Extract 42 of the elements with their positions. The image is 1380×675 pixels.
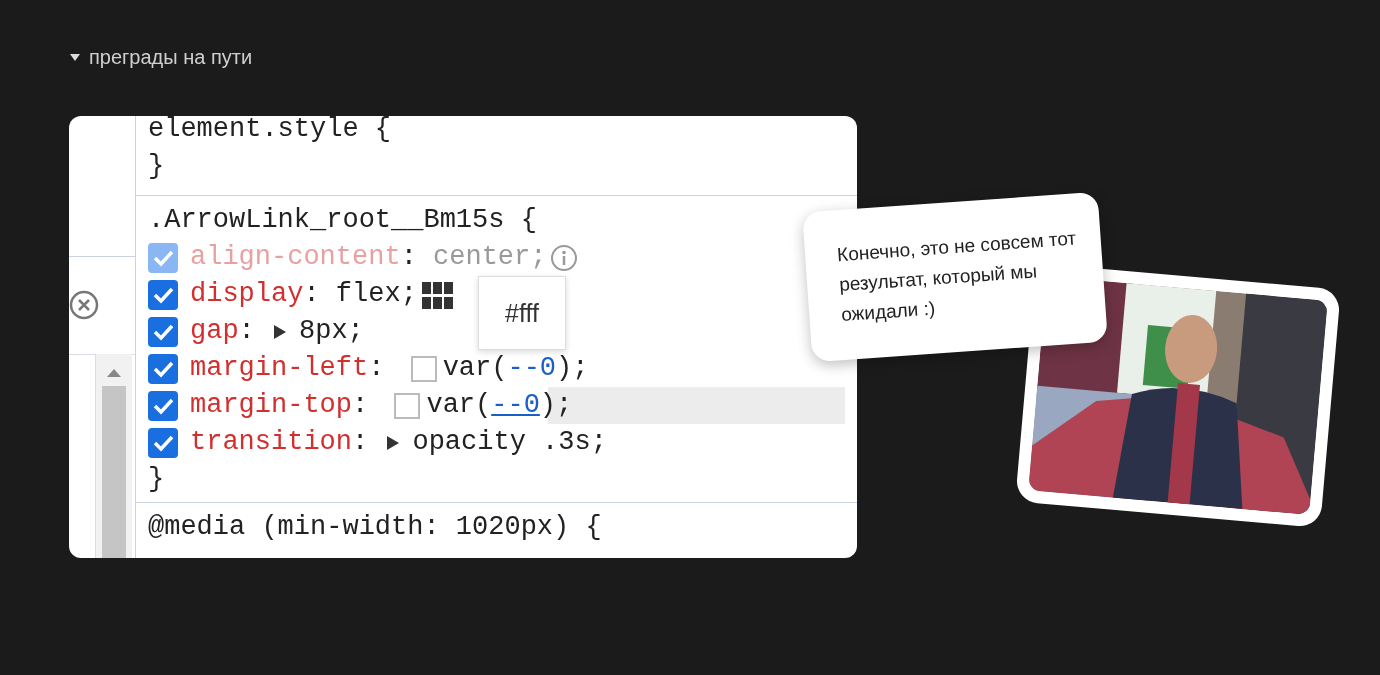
property-name: margin-left	[190, 352, 369, 385]
info-icon[interactable]	[550, 243, 579, 272]
property-value: flex;	[335, 278, 417, 311]
code-text: :	[238, 315, 256, 348]
code-text: :	[352, 389, 370, 422]
property-name: gap	[190, 315, 239, 348]
clear-icon[interactable]	[69, 289, 100, 321]
code-text: element.style {	[148, 116, 392, 146]
caret-icon[interactable]	[69, 51, 81, 63]
expand-triangle-icon[interactable]	[273, 323, 287, 340]
code-text: @media (min-width: 1020px) {	[148, 511, 602, 544]
checkbox[interactable]	[148, 390, 178, 421]
scroll-up-icon[interactable]	[106, 368, 122, 378]
checkbox[interactable]	[148, 353, 178, 384]
scrollbar[interactable]	[95, 354, 132, 558]
section-title[interactable]: преграды на пути	[89, 45, 253, 69]
checkbox[interactable]	[148, 242, 178, 273]
comment-text: Конечно, это не совсем тот результат, который мы ожидали :)	[802, 191, 1108, 363]
code-text: :	[303, 278, 321, 311]
color-tooltip: #fff	[478, 276, 566, 350]
expand-triangle-icon[interactable]	[386, 434, 401, 451]
property-value: 8px;	[299, 315, 364, 348]
checkbox[interactable]	[148, 427, 178, 458]
color-swatch[interactable]	[410, 355, 437, 382]
property-name: display	[190, 278, 304, 311]
property-name: transition	[190, 426, 353, 459]
property-name: align-content	[190, 241, 401, 274]
grid-editor-icon[interactable]	[420, 279, 455, 310]
property-value: center;	[433, 241, 547, 274]
code-text: :	[400, 241, 418, 274]
checkbox[interactable]	[148, 279, 178, 310]
property-name: margin-top	[190, 389, 353, 422]
code-text: :	[368, 352, 386, 385]
property-value: var(--0);	[442, 352, 589, 385]
code-text: }	[148, 150, 165, 183]
checkbox[interactable]	[148, 316, 178, 347]
code-text: }	[148, 463, 165, 496]
property-value: opacity .3s;	[412, 426, 607, 459]
property-value: var(--0);	[426, 389, 573, 422]
color-swatch[interactable]	[394, 392, 421, 419]
code-text: .ArrowLink_root__Bm15s {	[148, 204, 537, 237]
code-text: :	[352, 426, 370, 459]
